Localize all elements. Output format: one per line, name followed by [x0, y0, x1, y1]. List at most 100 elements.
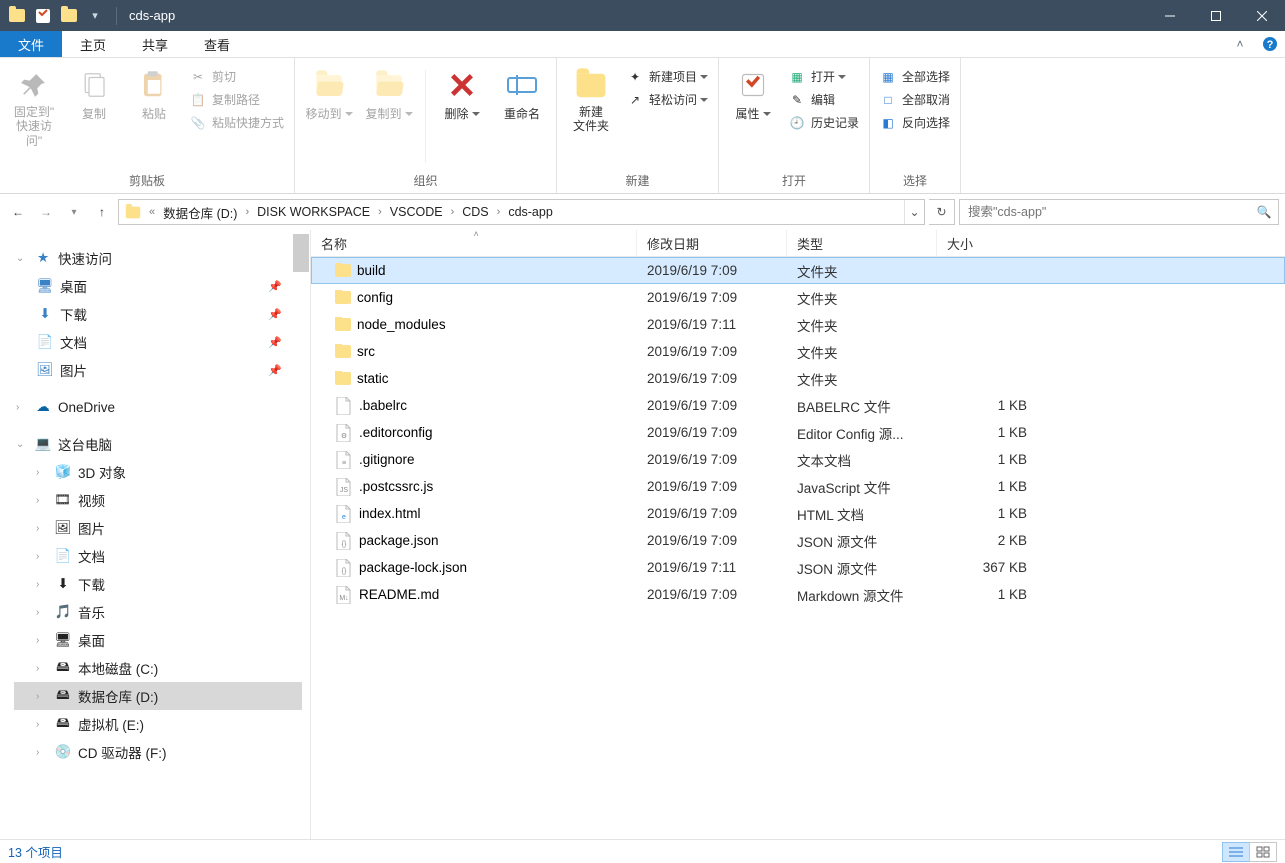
nav-downloads-pc[interactable]: ›⬇下载 [14, 570, 302, 598]
breadcrumb-bar[interactable]: « 数据仓库 (D:)› DISK WORKSPACE› VSCODE› CDS… [118, 199, 925, 225]
tab-view[interactable]: 查看 [186, 31, 248, 57]
nav-pictures-pc[interactable]: ›🖼图片 [14, 514, 302, 542]
downloads-icon: ⬇ [54, 575, 72, 593]
minimize-button[interactable] [1147, 0, 1193, 31]
close-button[interactable] [1239, 0, 1285, 31]
view-details-button[interactable] [1222, 842, 1250, 862]
chevron-left-icon[interactable]: « [147, 206, 157, 218]
breadcrumb-seg-2[interactable]: VSCODE [384, 200, 449, 224]
qat-properties-icon[interactable] [30, 3, 56, 29]
help-button[interactable]: ? [1255, 31, 1285, 57]
ribbon-group-organize: 移动到 复制到 删除 重命名 组织 [295, 58, 557, 193]
moveto-button[interactable]: 移动到 [301, 64, 357, 126]
pasteshortcut-button[interactable]: 📎粘贴快捷方式 [186, 112, 288, 133]
nav-pictures[interactable]: 🖼图片📌 [14, 356, 302, 384]
copypath-button[interactable]: 📋复制路径 [186, 89, 288, 110]
cut-button[interactable]: ✂剪切 [186, 66, 288, 87]
selectnone-button[interactable]: □全部取消 [876, 89, 954, 110]
nav-music[interactable]: ›🎵音乐 [14, 598, 302, 626]
open-button[interactable]: ▦打开 [785, 66, 863, 87]
address-dropdown-button[interactable]: ⌄ [904, 200, 924, 224]
nav-drive-f[interactable]: ›💿CD 驱动器 (F:) [14, 738, 302, 766]
delete-button[interactable]: 删除 [434, 64, 490, 126]
easyaccess-button[interactable]: ↗轻松访问 [623, 89, 712, 110]
file-row[interactable]: node_modules2019/6/19 7:11文件夹 [311, 311, 1285, 338]
search-box[interactable]: 🔍 [959, 199, 1279, 225]
nav-quickaccess[interactable]: ⌄★快速访问 [14, 244, 302, 272]
chevron-icon[interactable]: › [495, 206, 503, 218]
history-button[interactable]: 🕘历史记录 [785, 112, 863, 133]
nav-back-button[interactable]: ← [6, 200, 30, 224]
nav-drive-d[interactable]: ›🖴数据仓库 (D:) [14, 682, 302, 710]
file-name: node_modules [357, 317, 446, 332]
nav-documents-pc[interactable]: ›📄文档 [14, 542, 302, 570]
nav-thispc[interactable]: ⌄💻这台电脑 [14, 430, 302, 458]
nav-3dobjects[interactable]: ›🧊3D 对象 [14, 458, 302, 486]
tab-file[interactable]: 文件 [0, 31, 62, 57]
file-row[interactable]: ⚙.editorconfig2019/6/19 7:09Editor Confi… [311, 419, 1285, 446]
file-row[interactable]: static2019/6/19 7:09文件夹 [311, 365, 1285, 392]
nav-desktop[interactable]: 🖥桌面📌 [14, 272, 302, 300]
file-row[interactable]: config2019/6/19 7:09文件夹 [311, 284, 1285, 311]
breadcrumb-seg-3[interactable]: CDS [456, 200, 494, 224]
chevron-icon[interactable]: › [243, 206, 251, 218]
newfolder-button[interactable]: 新建 文件夹 [563, 64, 619, 138]
column-date[interactable]: 修改日期 [637, 230, 787, 256]
file-row[interactable]: {}package.json2019/6/19 7:09JSON 源文件2 KB [311, 527, 1285, 554]
breadcrumb-seg-0[interactable]: 数据仓库 (D:) [157, 200, 243, 224]
breadcrumb-seg-4[interactable]: cds-app [502, 200, 558, 224]
search-icon[interactable]: 🔍 [1250, 205, 1278, 219]
file-type: BABELRC 文件 [787, 396, 937, 416]
file-row[interactable]: src2019/6/19 7:09文件夹 [311, 338, 1285, 365]
column-type[interactable]: 类型 [787, 230, 937, 256]
music-icon: 🎵 [54, 603, 72, 621]
nav-up-button[interactable]: ↑ [90, 200, 114, 224]
tab-share[interactable]: 共享 [124, 31, 186, 57]
file-row[interactable]: JS.postcssrc.js2019/6/19 7:09JavaScript … [311, 473, 1285, 500]
file-row[interactable]: build2019/6/19 7:09文件夹 [311, 257, 1285, 284]
selectall-button[interactable]: ▦全部选择 [876, 66, 954, 87]
nav-desktop-pc[interactable]: ›🖥桌面 [14, 626, 302, 654]
file-row[interactable]: ≡.gitignore2019/6/19 7:09文本文档1 KB [311, 446, 1285, 473]
edit-button[interactable]: ✎编辑 [785, 89, 863, 110]
pin-quickaccess-button[interactable]: 固定到" 快速访问" [6, 64, 62, 152]
chevron-icon[interactable]: › [376, 206, 384, 218]
column-size[interactable]: 大小 [937, 230, 1037, 256]
file-row[interactable]: eindex.html2019/6/19 7:09HTML 文档1 KB [311, 500, 1285, 527]
file-size: 1 KB [937, 506, 1037, 521]
scrollbar-thumb[interactable] [293, 234, 309, 272]
refresh-button[interactable]: ↻ [929, 199, 955, 225]
column-name[interactable]: 名称 ˄ [311, 230, 637, 256]
qat-newfolder-icon[interactable] [56, 3, 82, 29]
chevron-icon[interactable]: › [449, 206, 457, 218]
paste-button[interactable]: 粘贴 [126, 64, 182, 126]
file-row[interactable]: {}package-lock.json2019/6/19 7:11JSON 源文… [311, 554, 1285, 581]
ribbon-collapse-button[interactable]: ˄ [1225, 31, 1255, 57]
properties-button[interactable]: 属性 [725, 64, 781, 126]
nav-forward-button[interactable]: → [34, 200, 58, 224]
nav-drive-c[interactable]: ›🖴本地磁盘 (C:) [14, 654, 302, 682]
file-row[interactable]: .babelrc2019/6/19 7:09BABELRC 文件1 KB [311, 392, 1285, 419]
breadcrumb-root-icon[interactable] [119, 200, 147, 224]
invertselect-button[interactable]: ◧反向选择 [876, 112, 954, 133]
copy-button[interactable]: 复制 [66, 64, 122, 126]
qat-folder-icon [4, 3, 30, 29]
newitem-button[interactable]: ✦新建项目 [623, 66, 712, 87]
maximize-button[interactable] [1193, 0, 1239, 31]
nav-videos[interactable]: ›🎞视频 [14, 486, 302, 514]
file-row[interactable]: M↓README.md2019/6/19 7:09Markdown 源文件1 K… [311, 581, 1285, 608]
search-input[interactable] [960, 205, 1250, 219]
nav-downloads[interactable]: ⬇下载📌 [14, 300, 302, 328]
copyto-button[interactable]: 复制到 [361, 64, 417, 126]
nav-onedrive[interactable]: ›☁OneDrive [14, 394, 302, 420]
qat-dropdown-icon[interactable]: ▾ [82, 3, 108, 29]
file-date: 2019/6/19 7:09 [637, 263, 787, 278]
nav-documents[interactable]: 📄文档📌 [14, 328, 302, 356]
pin-icon: 📌 [268, 280, 300, 293]
nav-recent-dropdown[interactable]: ▾ [62, 200, 86, 224]
tab-home[interactable]: 主页 [62, 31, 124, 57]
breadcrumb-seg-1[interactable]: DISK WORKSPACE [251, 200, 376, 224]
rename-button[interactable]: 重命名 [494, 64, 550, 126]
view-largeicons-button[interactable] [1249, 842, 1277, 862]
nav-drive-e[interactable]: ›🖴虚拟机 (E:) [14, 710, 302, 738]
